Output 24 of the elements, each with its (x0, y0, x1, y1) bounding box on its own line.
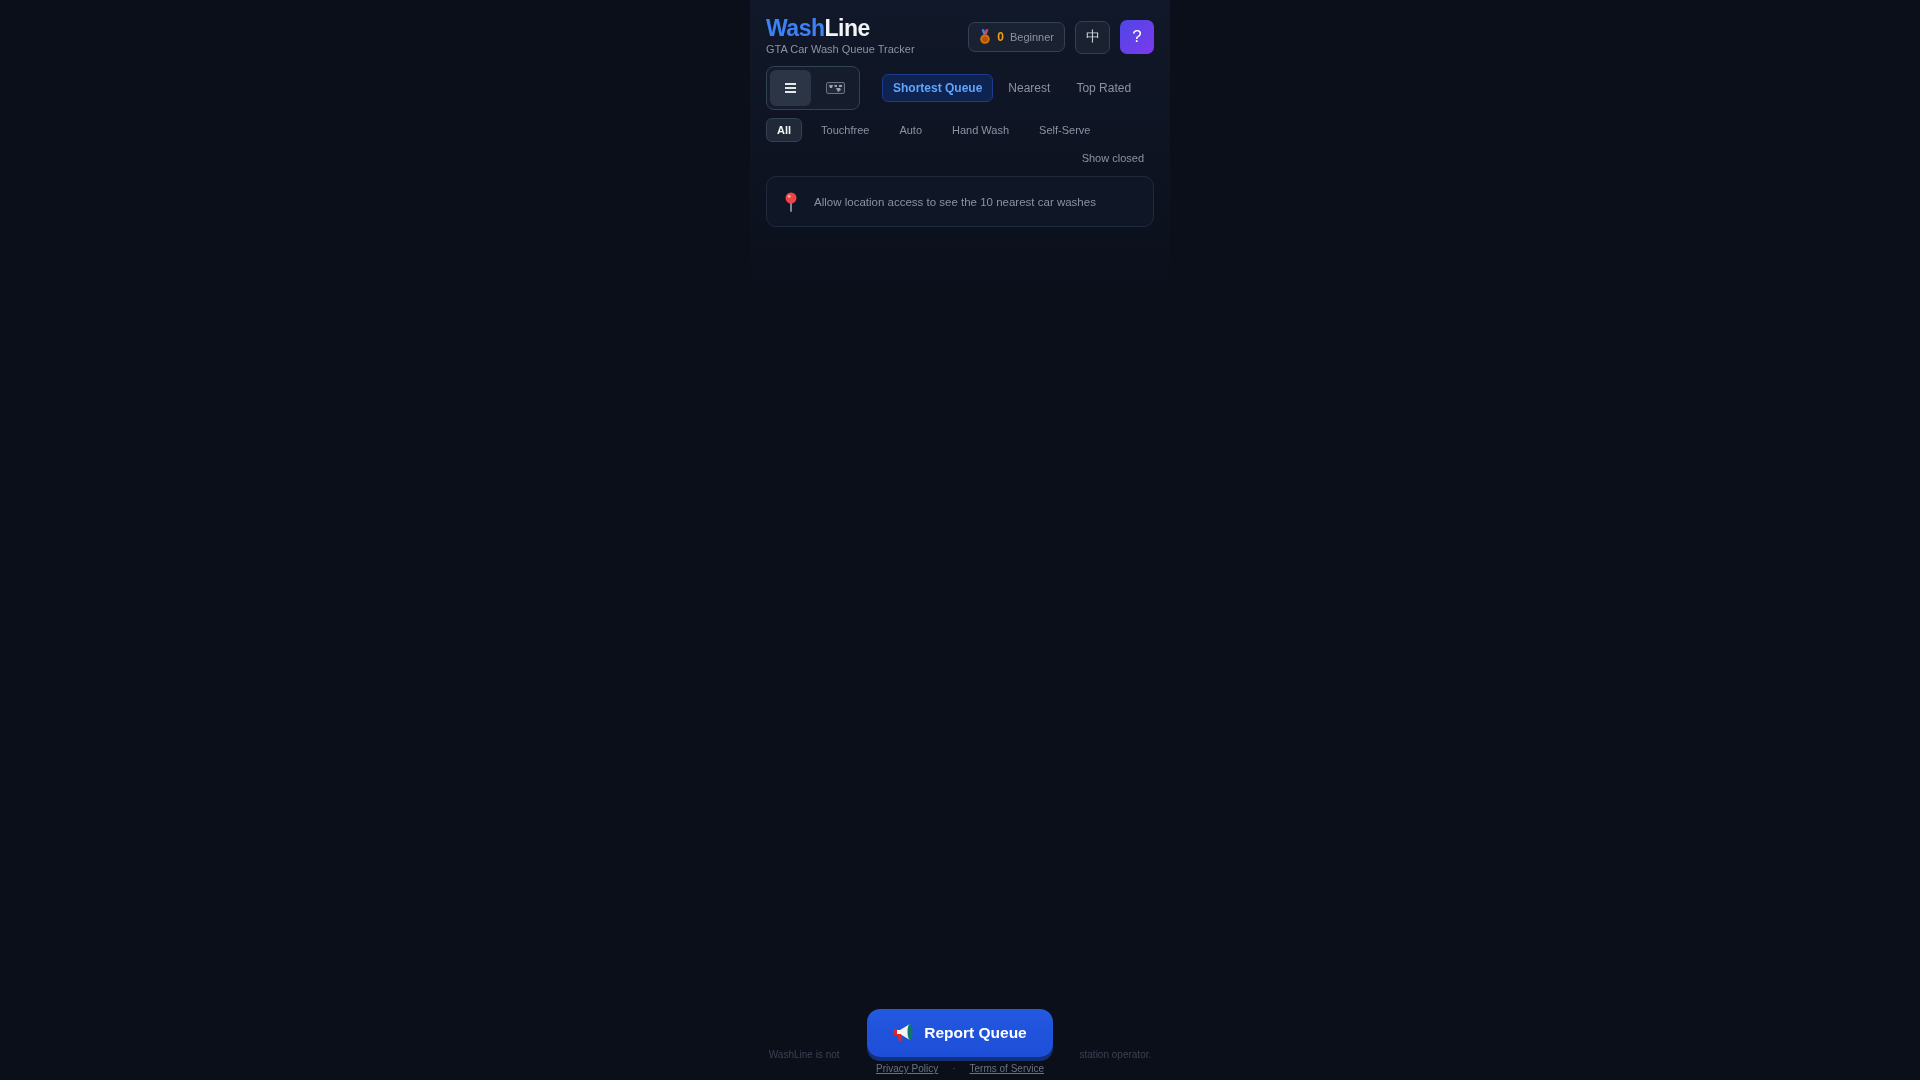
filter-chip[interactable]: Auto (888, 118, 933, 142)
menu-icon (785, 83, 796, 93)
points-count: 0 (997, 30, 1004, 44)
location-notice-text: Allow location access to see the 10 nearest car washes (814, 195, 1096, 208)
medal-icon (979, 29, 992, 45)
pin-icon (785, 191, 797, 212)
logo-text: WashLine (766, 14, 871, 42)
terms-link[interactable]: Terms of Service (969, 1063, 1045, 1074)
sort-tab[interactable]: Shortest Queue (882, 74, 994, 102)
filter-chip[interactable]: Touchfree (810, 118, 881, 142)
points-badge[interactable]: 0 Beginner (968, 22, 1065, 52)
separator: · (952, 1063, 956, 1074)
show-closed-toggle[interactable]: Show closed (1071, 148, 1154, 168)
sort-tab[interactable]: Nearest (997, 74, 1062, 102)
privacy-policy-link[interactable]: Privacy Policy (875, 1063, 939, 1074)
filter-chip[interactable]: Self-Serve (1028, 118, 1102, 142)
sort-tab[interactable]: Top Rated (1065, 74, 1143, 102)
list-view-button[interactable] (770, 70, 811, 106)
subtitle: GTA Car Wash Queue Tracker (766, 43, 915, 55)
rank-label: Beginner (1009, 31, 1054, 43)
language-button[interactable]: 中 (1075, 20, 1110, 54)
filter-chip[interactable]: Hand Wash (941, 118, 1021, 142)
filter-chip[interactable]: All (766, 118, 803, 142)
help-button[interactable]: ? (1120, 20, 1154, 54)
